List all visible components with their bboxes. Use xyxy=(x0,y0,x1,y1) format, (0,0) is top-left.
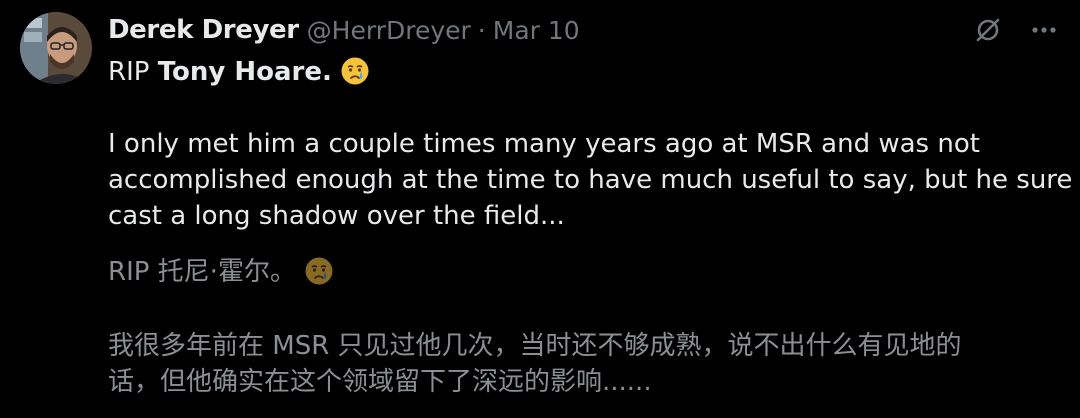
translation-rip-text: RIP 托尼·霍尔。 xyxy=(108,257,296,287)
tweet-actions xyxy=(972,14,1060,46)
tweet-header: Derek Dreyer @HerrDreyer · Mar 10 xyxy=(108,12,580,48)
translation-paragraph-line-1: 我很多年前在 MSR 只见过他几次，当时还不够成熟，说不出什么有见地的 xyxy=(108,331,962,361)
more-icon[interactable] xyxy=(1028,14,1060,46)
avatar[interactable] xyxy=(20,12,92,84)
tweet-paragraph-line-1: I only met him a couple times many years… xyxy=(108,129,980,159)
crying-face-emoji xyxy=(341,57,369,85)
grok-icon[interactable] xyxy=(972,14,1004,46)
avatar-photo xyxy=(20,12,92,84)
author-handle[interactable]: @HerrDreyer xyxy=(307,16,471,45)
author-name[interactable]: Derek Dreyer xyxy=(108,15,299,45)
crying-face-emoji xyxy=(305,257,333,285)
translation-line-rip: RIP 托尼·霍尔。 xyxy=(108,254,1048,290)
tweet-line-rip: RIP Tony Hoare. xyxy=(108,54,1048,90)
separator-dot: · xyxy=(477,15,486,45)
tweet-paragraph-line-3: cast a long shadow over the field... xyxy=(108,201,565,231)
translation-paragraph-line-2: 话，但他确实在这个领域留下了深远的影响...... xyxy=(108,367,652,397)
rip-prefix: RIP xyxy=(108,57,158,87)
tweet[interactable]: Derek Dreyer @HerrDreyer · Mar 10 RIP To… xyxy=(0,0,1080,418)
tweet-paragraph-line-2: accomplished enough at the time to have … xyxy=(108,165,1073,195)
tony-hoare-text: Tony Hoare. xyxy=(157,57,332,87)
tweet-date[interactable]: Mar 10 xyxy=(493,16,580,45)
